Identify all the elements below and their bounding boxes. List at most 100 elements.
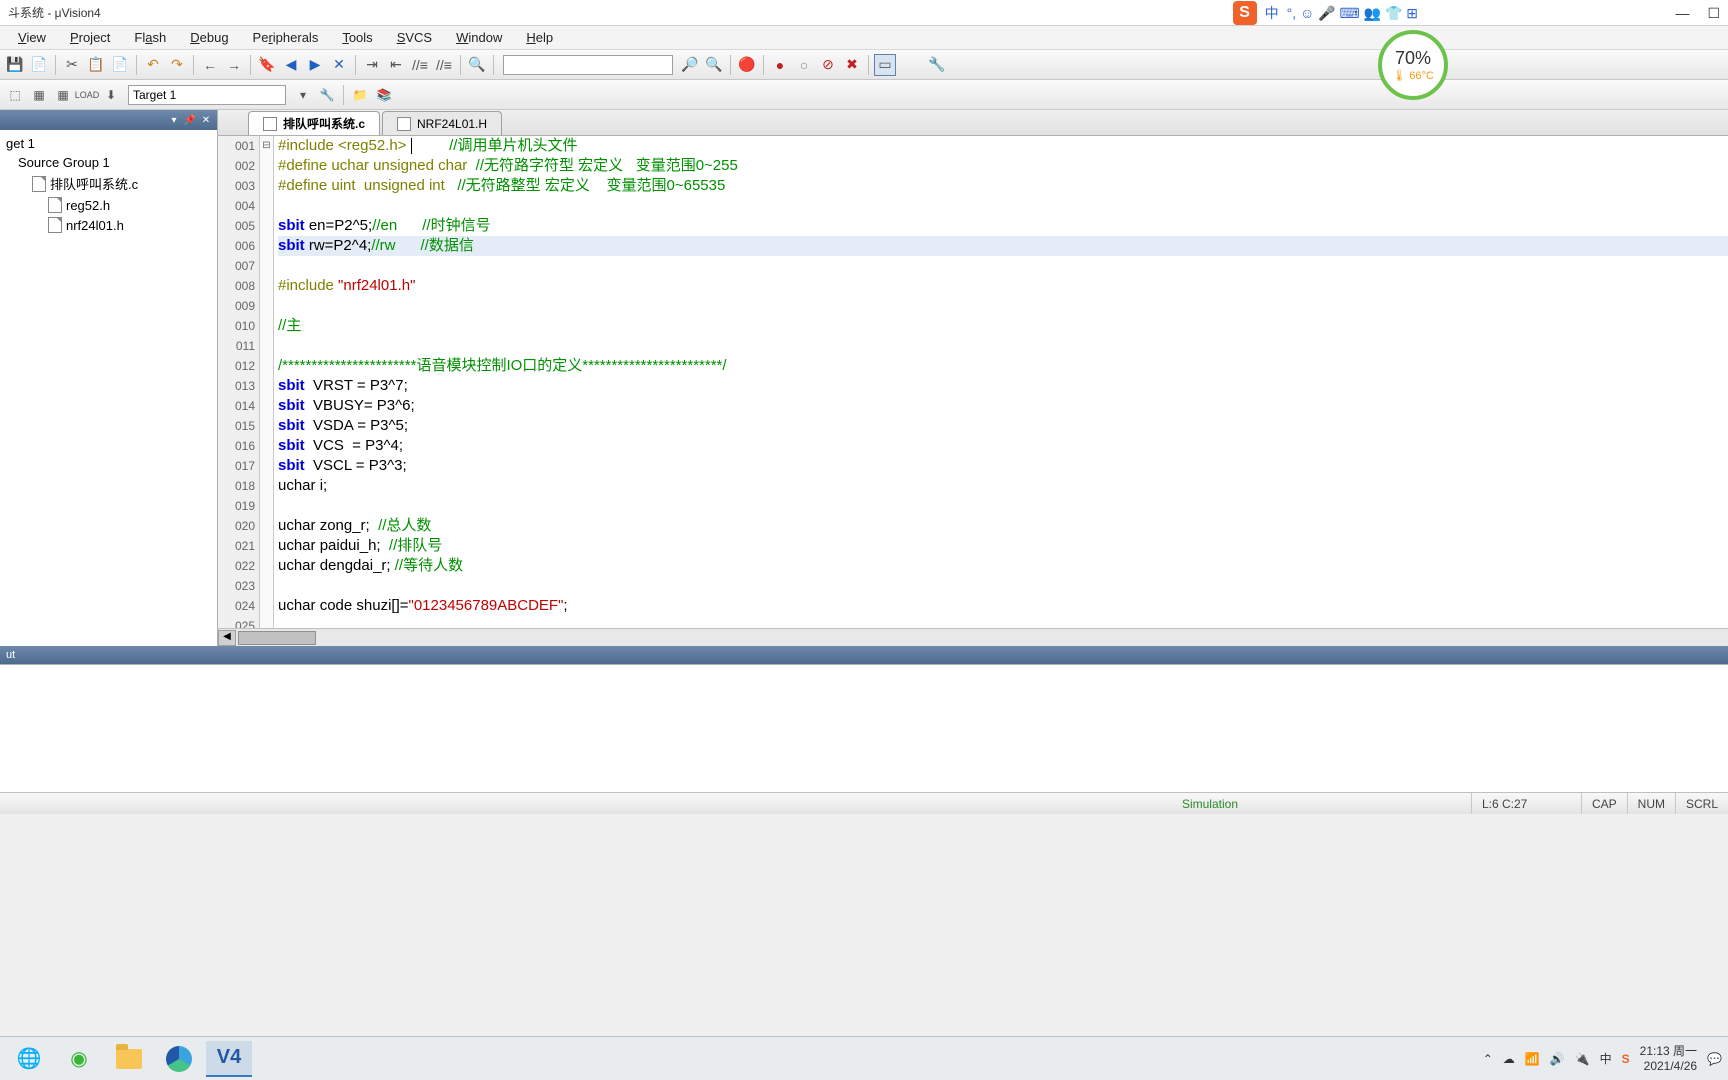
menu-debug[interactable]: Debug [180, 28, 238, 47]
build-icon[interactable]: ▦ [28, 84, 50, 106]
output-panel-header[interactable]: ut [0, 646, 1728, 664]
tab-file1[interactable]: 排队呼叫系统.c [248, 111, 380, 135]
bookmark-clear-icon[interactable]: ✕ [328, 54, 350, 76]
taskbar-360-icon[interactable]: ◉ [56, 1041, 102, 1077]
system-tray[interactable]: ⌃ ☁ 📶 🔊 🔌 中 S 21:13 周一 2021/4/26 💬 [1483, 1044, 1722, 1073]
menu-window[interactable]: Window [446, 28, 512, 47]
tray-clock[interactable]: 21:13 周一 2021/4/26 [1640, 1044, 1697, 1073]
tray-lang-icon[interactable]: 中 [1600, 1050, 1612, 1067]
taskbar-uvision-icon[interactable]: V4 [206, 1041, 252, 1077]
layout-combo[interactable] [902, 55, 920, 75]
tree-file[interactable]: reg52.h [4, 195, 213, 215]
tree-file[interactable]: nrf24l01.h [4, 215, 213, 235]
breakpoint-insert-icon[interactable]: ● [769, 54, 791, 76]
comment-icon[interactable]: //≡ [409, 54, 431, 76]
undo-icon[interactable]: ↶ [142, 54, 164, 76]
nav-back-icon[interactable]: ← [199, 54, 221, 76]
tree-source-group[interactable]: Source Group 1 [4, 153, 213, 172]
panel-close-icon[interactable]: ✕ [199, 115, 213, 126]
tree-target[interactable]: get 1 [4, 134, 213, 153]
main-area: ▾ 📌 ✕ get 1 Source Group 1 排队呼叫系统.c reg5… [0, 110, 1728, 646]
main-toolbar: 💾 📄 ✂ 📋 📄 ↶ ↷ ← → 🔖 ◀ ▶ ✕ ⇥ ⇤ //≡ //≡ 🔍 … [0, 50, 1728, 80]
editor-tabs: 排队呼叫系统.c NRF24L01.H [218, 110, 1728, 136]
outdent-icon[interactable]: ⇤ [385, 54, 407, 76]
nav-forward-icon[interactable]: → [223, 54, 245, 76]
cut-icon[interactable]: ✂ [61, 54, 83, 76]
menu-view[interactable]: View [8, 28, 56, 47]
ime-icons[interactable]: °, ☺ 🎤 ⌨ 👥 👕 ⊞ [1287, 5, 1418, 22]
project-panel: ▾ 📌 ✕ get 1 Source Group 1 排队呼叫系统.c reg5… [0, 110, 218, 646]
tree-file[interactable]: 排队呼叫系统.c [4, 172, 213, 195]
code-editor[interactable]: 001002 003004 005006 007008 009010 01101… [218, 136, 1728, 628]
c-file-icon [32, 176, 46, 192]
cpu-widget[interactable]: 70% 🌡 66°C [1378, 30, 1448, 100]
taskbar-explorer-icon[interactable] [106, 1041, 152, 1077]
sogou-icon[interactable]: S [1233, 1, 1257, 25]
taskbar-browser-icon[interactable]: 🌐 [6, 1041, 52, 1077]
tray-cloud-icon[interactable]: ☁ [1503, 1052, 1515, 1066]
download-icon[interactable]: ⬇ [100, 84, 122, 106]
menu-peripherals[interactable]: Peripherals [243, 28, 329, 47]
uncomment-icon[interactable]: //≡ [433, 54, 455, 76]
bookmark-icon[interactable]: 🔖 [256, 54, 278, 76]
redo-icon[interactable]: ↷ [166, 54, 188, 76]
c-file-icon [263, 117, 277, 131]
configure-icon[interactable]: 🔧 [926, 54, 948, 76]
tray-notifications-icon[interactable]: 💬 [1707, 1052, 1722, 1066]
breakpoint-kill-icon[interactable]: ✖ [841, 54, 863, 76]
paste-icon[interactable]: 📄 [109, 54, 131, 76]
build-toolbar: ⬚ ▦ ▦ LOAD ⬇ Target 1 ▾ 🔧 📁 📚 [0, 80, 1728, 110]
target-dropdown-icon[interactable]: ▾ [292, 84, 314, 106]
breakpoint-enable-icon[interactable]: ○ [793, 54, 815, 76]
menu-project[interactable]: Project [60, 28, 120, 47]
scroll-thumb[interactable] [238, 631, 316, 645]
title-bar: 斗系统 - μVision4 S 中 °, ☺ 🎤 ⌨ 👥 👕 ⊞ — ☐ [0, 0, 1728, 26]
menu-svcs[interactable]: SVCS [387, 28, 442, 47]
ime-zhong[interactable]: 中 [1265, 3, 1279, 23]
fold-column[interactable]: ⊟ [260, 136, 274, 628]
tray-chevron-icon[interactable]: ⌃ [1483, 1052, 1493, 1066]
panel-dropdown-icon[interactable]: ▾ [167, 115, 181, 126]
code-content[interactable]: #include <reg52.h> //调用单片机头文件 #define uc… [274, 136, 1728, 628]
bookmark-prev-icon[interactable]: ◀ [280, 54, 302, 76]
manage-icon[interactable]: 📁 [349, 84, 371, 106]
minimize-button[interactable]: — [1675, 5, 1689, 21]
menu-tools[interactable]: Tools [332, 28, 382, 47]
project-tree[interactable]: get 1 Source Group 1 排队呼叫系统.c reg52.h nr… [0, 130, 217, 239]
breakpoint-disable-icon[interactable]: ⊘ [817, 54, 839, 76]
batch-build-icon[interactable]: LOAD [76, 84, 98, 106]
bookmark-next-icon[interactable]: ▶ [304, 54, 326, 76]
taskbar-edge-icon[interactable] [156, 1041, 202, 1077]
books-icon[interactable]: 📚 [373, 84, 395, 106]
panel-pin-icon[interactable]: 📌 [183, 115, 197, 126]
copy-icon[interactable]: 📋 [85, 54, 107, 76]
indent-icon[interactable]: ⇥ [361, 54, 383, 76]
tray-volume-icon[interactable]: 🔊 [1550, 1052, 1565, 1066]
translate-icon[interactable]: ⬚ [4, 84, 26, 106]
rebuild-icon[interactable]: ▦ [52, 84, 74, 106]
tray-battery-icon[interactable]: 🔌 [1575, 1052, 1590, 1066]
maximize-button[interactable]: ☐ [1707, 5, 1720, 22]
separator [343, 85, 344, 105]
save-icon[interactable]: 💾 [4, 54, 26, 76]
scroll-left-icon[interactable]: ◀ [218, 630, 236, 646]
separator [136, 55, 137, 75]
tab-file2[interactable]: NRF24L01.H [382, 111, 502, 135]
debug-icon[interactable]: 🔴 [736, 54, 758, 76]
window-layout-icon[interactable]: ▭ [874, 54, 896, 76]
options-icon[interactable]: 🔧 [316, 84, 338, 106]
find-icon[interactable]: 🔍 [466, 54, 488, 76]
tray-wifi-icon[interactable]: 📶 [1525, 1052, 1540, 1066]
target-selector[interactable]: Target 1 [128, 85, 286, 105]
output-panel[interactable] [0, 664, 1728, 792]
incremental-find-icon[interactable]: 🔍 [703, 54, 725, 76]
save-all-icon[interactable]: 📄 [28, 54, 50, 76]
horizontal-scrollbar[interactable]: ◀ [218, 628, 1728, 646]
menu-flash[interactable]: Flash [124, 28, 176, 47]
menu-help[interactable]: Help [516, 28, 563, 47]
cpu-temp: 🌡 66°C [1392, 69, 1434, 82]
find-combo[interactable] [503, 55, 673, 75]
find-in-files-icon[interactable]: 🔎 [679, 54, 701, 76]
tray-sogou-icon[interactable]: S [1622, 1052, 1630, 1066]
ime-toolbar[interactable]: S 中 °, ☺ 🎤 ⌨ 👥 👕 ⊞ [1233, 0, 1418, 26]
